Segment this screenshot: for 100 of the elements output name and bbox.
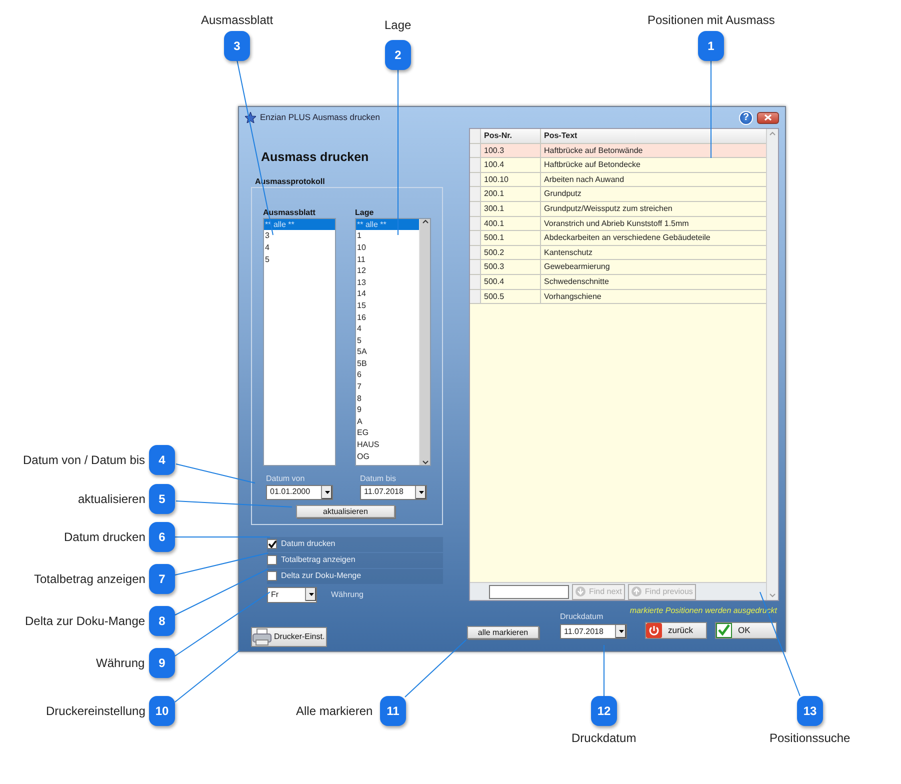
list-item[interactable]: 4 xyxy=(264,242,335,254)
table-cell-text: Haftbrücke auf Betondecke xyxy=(543,159,642,172)
list-item[interactable]: ** alle ** xyxy=(264,218,335,230)
table-row[interactable]: 500.1 Abdeckarbeiten an verschiedene Gebäudeteile xyxy=(470,231,766,246)
list-item[interactable]: 3 xyxy=(264,230,335,242)
table-cell: 400.1 xyxy=(481,216,541,230)
list-item[interactable]: 13 xyxy=(356,276,419,288)
checkbox-label: Datum drucken xyxy=(281,538,336,550)
list-item[interactable]: 10 xyxy=(356,242,419,254)
callout-label: Delta zur Doku-Mange xyxy=(25,614,146,628)
table-row[interactable]: 500.3 Gewebearmierung xyxy=(470,260,766,275)
table-row[interactable]: 100.10 Arbeiten nach Auwand xyxy=(470,172,766,188)
scroll-up-icon xyxy=(769,131,776,136)
table-cell: 100.3 xyxy=(481,144,541,158)
callout-label: aktualisieren xyxy=(78,492,146,506)
table-row[interactable]: 500.2 Kantenschutz xyxy=(470,246,766,260)
callout-label: Datum drucken xyxy=(64,530,146,544)
currency-dropdown[interactable]: Fr xyxy=(267,586,317,603)
list-item[interactable]: 5B xyxy=(356,358,419,370)
list-item[interactable]: 4 xyxy=(356,323,419,335)
table-cell-text: Abdeckarbeiten an verschiedene Gebäudeteile xyxy=(543,232,712,244)
row-header[interactable] xyxy=(470,231,481,245)
ok-button[interactable]: OK xyxy=(715,622,777,639)
row-header[interactable] xyxy=(470,260,481,274)
list-item[interactable]: EG xyxy=(356,427,419,440)
callout-label: Positionssuche xyxy=(770,731,850,745)
list-item[interactable]: 1 xyxy=(356,230,419,242)
table-row[interactable]: 400.1 Voranstrich und Abrieb Kunststoff 1.5mm xyxy=(470,216,766,232)
caret-icon xyxy=(418,490,424,494)
callout-badge: 13 xyxy=(797,696,823,726)
table-row[interactable]: 200.1 Grundputz xyxy=(470,187,766,202)
table-row[interactable]: 300.1 Grundputz/Weissputz zum streichen xyxy=(470,202,766,217)
table-cell-text: Haftbrücke auf Betonwände xyxy=(543,144,644,157)
list-item[interactable]: OG xyxy=(356,450,419,462)
search-field[interactable] xyxy=(489,584,569,598)
callout-badge: 6 xyxy=(149,522,175,552)
field-label: Druckdatum xyxy=(560,611,604,623)
table-cell: 500.4 xyxy=(481,274,541,289)
callout-badge: 10 xyxy=(149,696,175,726)
leader-line xyxy=(404,640,466,698)
list-item[interactable]: 9 xyxy=(356,404,419,416)
table-cell: 200.1 xyxy=(481,187,541,201)
table-row[interactable]: 500.4 Schwedenschnitte xyxy=(470,274,766,290)
table-row[interactable]: 100.3 Haftbrücke auf Betonwände xyxy=(470,144,766,158)
hint-text: markierte Positionen werden ausgedruckt xyxy=(630,605,777,617)
list-item[interactable]: 8 xyxy=(356,392,419,404)
row-header[interactable] xyxy=(470,290,481,304)
column-header: Pos-Text xyxy=(543,130,578,142)
row-header[interactable] xyxy=(470,172,481,186)
list-item[interactable]: HAUS xyxy=(356,439,419,451)
refresh-button[interactable]: aktualisieren xyxy=(296,504,395,518)
check-icon xyxy=(716,623,732,638)
scroll-down-icon xyxy=(422,460,428,465)
callout-label: Druckdatum xyxy=(572,731,636,745)
checkbox[interactable] xyxy=(267,555,277,566)
date-field[interactable]: 01.01.2000 xyxy=(266,484,333,500)
checkbox[interactable] xyxy=(267,571,277,582)
table-cell-text: Schwedenschnitte xyxy=(543,276,610,288)
table-cell: 500.2 xyxy=(481,246,541,260)
table-cell: 300.1 xyxy=(481,202,541,216)
table-cell-text: Kantenschutz xyxy=(543,246,594,259)
row-header[interactable] xyxy=(470,202,481,216)
list-item[interactable]: 6 xyxy=(356,369,419,382)
close-icon xyxy=(764,114,772,121)
list-item[interactable]: 12 xyxy=(356,265,419,277)
table-cell: 100.10 xyxy=(481,172,541,186)
callout-label: Währung xyxy=(96,656,145,670)
list-item[interactable]: 15 xyxy=(356,300,419,312)
callout-label: Positionen mit Ausmass xyxy=(648,13,775,27)
row-header[interactable] xyxy=(470,246,481,260)
row-header[interactable] xyxy=(470,187,481,201)
table-row[interactable]: 100.4 Haftbrücke auf Betondecke xyxy=(470,158,766,173)
help-button[interactable]: ? xyxy=(739,110,753,124)
row-header[interactable] xyxy=(470,274,481,289)
callout-label: Lage xyxy=(384,18,412,32)
list-item[interactable]: 16 xyxy=(356,312,419,324)
row-header[interactable] xyxy=(470,216,481,230)
list-item[interactable]: 11 xyxy=(356,254,419,266)
date-field[interactable]: 11.07.2018 xyxy=(560,624,627,639)
close-button[interactable] xyxy=(757,112,779,124)
printer-icon xyxy=(252,628,272,646)
list-item[interactable]: 5A xyxy=(356,346,419,358)
back-button[interactable]: zurück xyxy=(645,622,707,639)
field-label: Datum bis xyxy=(360,472,398,485)
table-row[interactable]: 500.5 Vorhangschiene xyxy=(470,290,766,304)
checkbox[interactable] xyxy=(267,539,277,550)
callout-label: Datum von / Datum bis xyxy=(23,453,146,467)
caret-icon xyxy=(308,593,314,596)
list-item[interactable]: 5 xyxy=(264,254,335,266)
arrow-down-icon xyxy=(575,586,586,597)
row-header[interactable] xyxy=(470,144,481,158)
date-field[interactable]: 11.07.2018 xyxy=(360,484,427,500)
list-item[interactable]: 7 xyxy=(356,381,419,393)
list-item[interactable]: ** alle ** xyxy=(356,218,419,230)
printer-settings-button[interactable]: Drucker-Einst. xyxy=(251,626,327,647)
row-header[interactable] xyxy=(470,158,481,172)
list-item[interactable]: 14 xyxy=(356,288,419,300)
select-all-button[interactable]: alle markieren xyxy=(467,626,539,639)
list-item[interactable]: 5 xyxy=(356,334,419,346)
list-item[interactable]: A xyxy=(356,416,419,428)
